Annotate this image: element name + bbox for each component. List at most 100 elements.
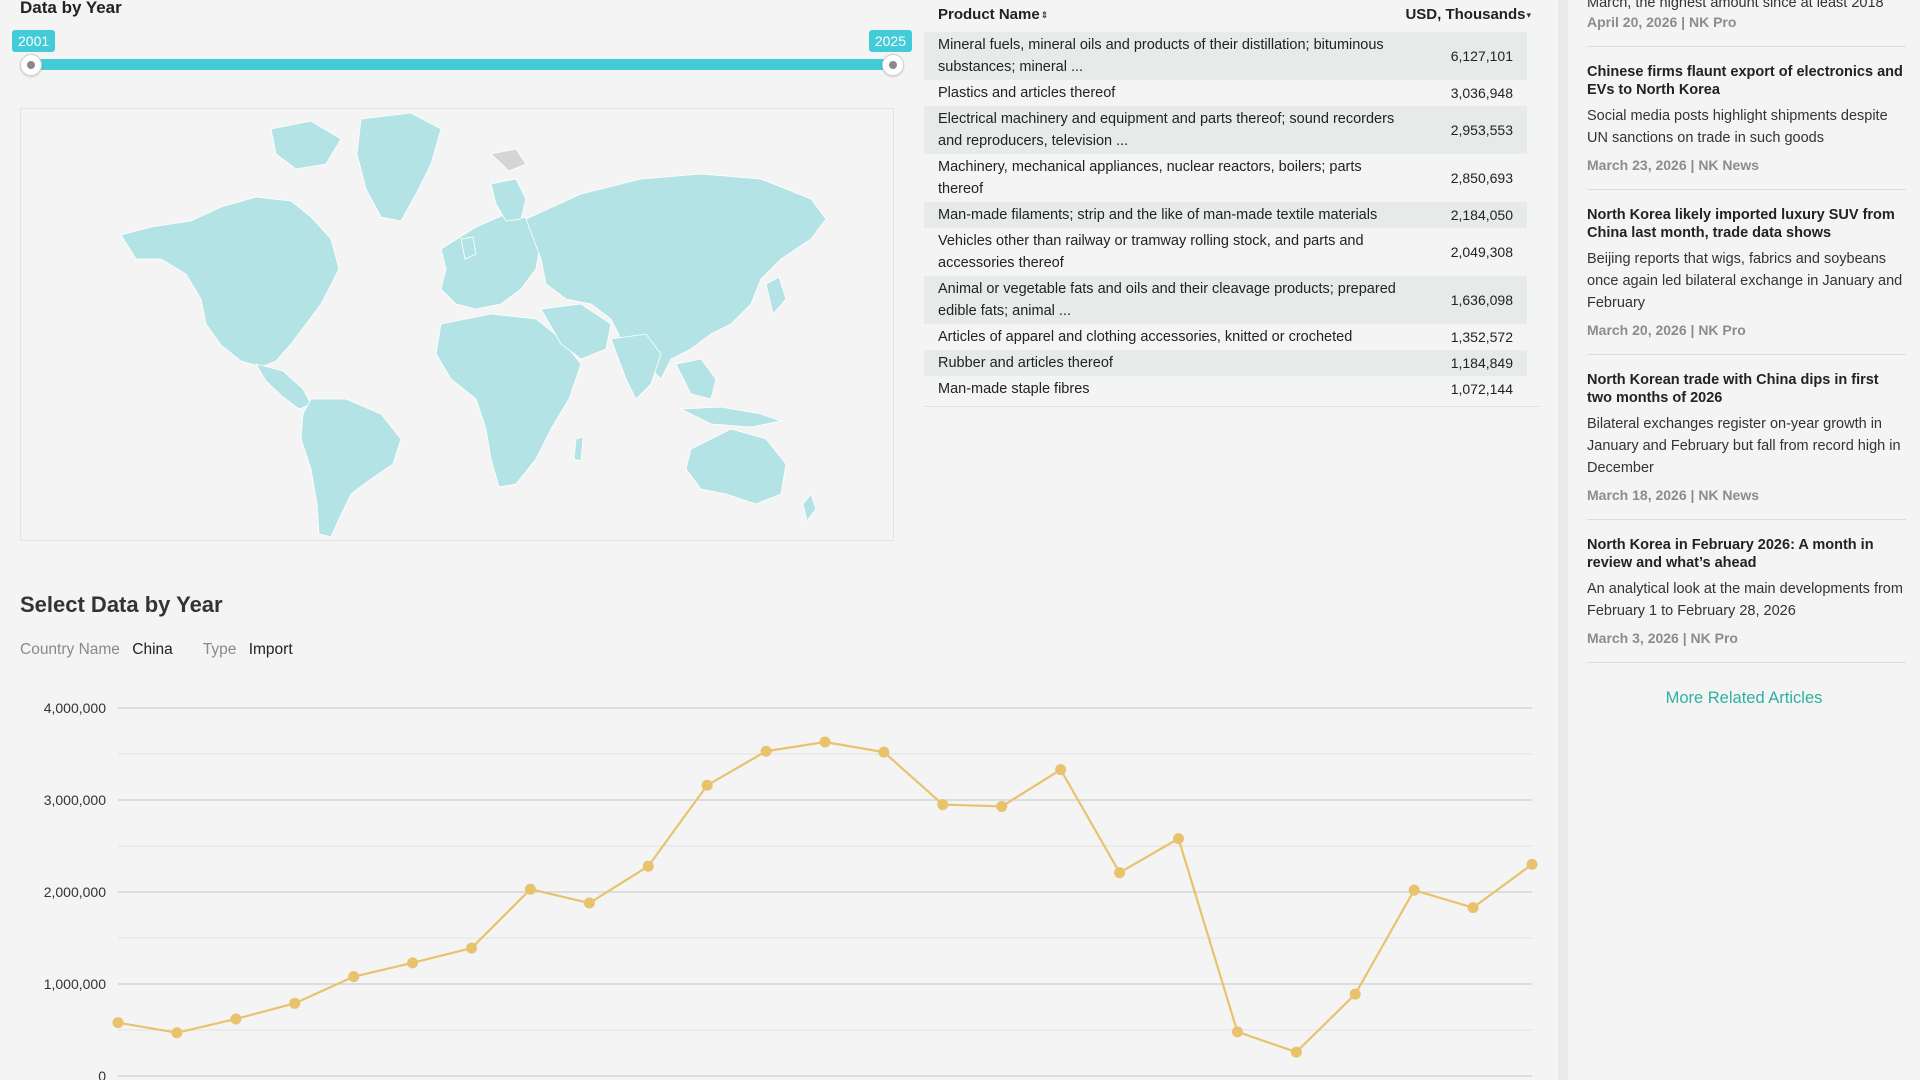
- product-name-cell: Rubber and articles thereof: [938, 355, 1113, 371]
- data-point[interactable]: [112, 1017, 124, 1029]
- main-content: Data by Year 2001 2025 Product Name⇕ USD…: [0, 0, 1558, 1080]
- table-row[interactable]: Plastics and articles thereof 3,036,948: [924, 80, 1527, 106]
- start-year-handle[interactable]: [20, 54, 42, 76]
- data-point[interactable]: [1231, 1026, 1243, 1038]
- product-value-cell: 1,352,572: [1450, 329, 1513, 345]
- article-title[interactable]: North Korean trade with China dips in fi…: [1587, 371, 1906, 407]
- y-tick-label: 1,000,000: [44, 976, 106, 992]
- table-row[interactable]: Man-made filaments; strip and the like o…: [924, 202, 1527, 228]
- map-region-svalbard: [490, 148, 527, 172]
- product-value-cell: 2,850,693: [1450, 170, 1513, 186]
- article-title[interactable]: Chinese firms flaunt export of electroni…: [1587, 63, 1906, 99]
- end-year-handle[interactable]: [882, 54, 904, 76]
- table-row[interactable]: Vehicles other than railway or tramway r…: [924, 228, 1527, 276]
- world-map[interactable]: [20, 108, 894, 541]
- map-region-indonesia: [679, 406, 783, 428]
- data-point[interactable]: [171, 1027, 183, 1039]
- product-value-cell: 2,953,553: [1450, 122, 1513, 138]
- product-name-cell: Machinery, mechanical appliances, nuclea…: [938, 159, 1362, 197]
- y-tick-label: 3,000,000: [44, 792, 106, 808]
- related-articles-sidebar: March, the highest amount since at least…: [1558, 0, 1920, 1080]
- data-point[interactable]: [878, 746, 890, 758]
- trade-line-chart: 0 1,000,000 2,000,000 3,000,000 4,000,000: [44, 700, 1538, 1080]
- country-value[interactable]: China: [132, 641, 173, 658]
- data-point[interactable]: [1173, 833, 1184, 845]
- map-region-japan: [765, 276, 787, 315]
- data-point[interactable]: [348, 971, 360, 983]
- product-value-cell: 1,072,144: [1450, 381, 1513, 397]
- type-label: Type: [202, 641, 237, 658]
- data-point[interactable]: [996, 800, 1008, 812]
- product-name-column[interactable]: Product Name⇕: [938, 6, 1048, 23]
- article-list: March, the highest amount since at least…: [1568, 0, 1920, 663]
- product-table-header: Product Name⇕ USD, Thousands▾: [924, 0, 1539, 32]
- article-title[interactable]: North Korea in February 2026: A month in…: [1587, 536, 1906, 572]
- map-region-central-america: [255, 363, 312, 410]
- product-value-cell: 1,184,849: [1450, 355, 1513, 371]
- data-point[interactable]: [937, 799, 949, 811]
- year-filter-heading: Data by Year: [20, 0, 122, 17]
- y-tick-label: 2,000,000: [44, 884, 106, 900]
- article-title[interactable]: North Korea likely imported luxury SUV f…: [1587, 206, 1906, 242]
- data-point[interactable]: [642, 860, 654, 872]
- series-line: [117, 740, 1533, 1054]
- chart-filters: Country Name China Type Import: [20, 641, 319, 659]
- sort-updown-icon[interactable]: ⇕: [1041, 10, 1049, 21]
- usd-column[interactable]: USD, Thousands▾: [1405, 6, 1531, 23]
- product-name-cell: Animal or vegetable fats and oils and th…: [938, 281, 1396, 319]
- product-value-cell: 1,636,098: [1450, 292, 1513, 308]
- article-title[interactable]: March, the highest amount since at least…: [1587, 0, 1906, 12]
- table-row[interactable]: Electrical machinery and equipment and p…: [924, 106, 1527, 154]
- data-point[interactable]: [760, 745, 772, 757]
- data-point[interactable]: [1526, 858, 1538, 870]
- data-point[interactable]: [583, 897, 595, 909]
- sort-down-icon[interactable]: ▾: [1526, 10, 1531, 21]
- article-item[interactable]: North Korea likely imported luxury SUV f…: [1587, 190, 1906, 355]
- data-point[interactable]: [230, 1013, 242, 1025]
- article-description: Beijing reports that wigs, fabrics and s…: [1587, 251, 1903, 311]
- article-item[interactable]: March, the highest amount since at least…: [1587, 0, 1906, 47]
- table-row[interactable]: Machinery, mechanical appliances, nuclea…: [924, 154, 1527, 202]
- map-region-new-zealand: [802, 493, 817, 522]
- data-point[interactable]: [289, 997, 301, 1009]
- data-point[interactable]: [1290, 1046, 1302, 1058]
- table-row[interactable]: Rubber and articles thereof 1,184,849: [924, 350, 1527, 376]
- article-item[interactable]: North Korea in February 2026: A month in…: [1587, 520, 1906, 663]
- product-name-cell: Electrical machinery and equipment and p…: [938, 111, 1395, 149]
- table-row[interactable]: Mineral fuels, mineral oils and products…: [924, 32, 1527, 80]
- product-name-cell: Plastics and articles thereof: [938, 85, 1116, 101]
- product-name-cell: Man-made staple fibres: [938, 381, 1090, 397]
- data-point[interactable]: [466, 942, 477, 954]
- article-item[interactable]: Chinese firms flaunt export of electroni…: [1587, 47, 1906, 190]
- data-point[interactable]: [701, 779, 713, 791]
- world-map-svg: [120, 112, 827, 538]
- table-row[interactable]: Articles of apparel and clothing accesso…: [924, 324, 1527, 350]
- data-point[interactable]: [819, 736, 831, 748]
- article-meta: March 3, 2026 | NK Pro: [1587, 630, 1738, 646]
- start-year-badge: 2001: [12, 30, 56, 52]
- year-range-slider[interactable]: 2001 2025: [12, 30, 912, 80]
- data-point[interactable]: [1114, 867, 1126, 879]
- data-point[interactable]: [1055, 764, 1067, 776]
- end-year-badge: 2025: [868, 30, 912, 52]
- data-point[interactable]: [407, 957, 419, 969]
- table-row[interactable]: Animal or vegetable fats and oils and th…: [924, 276, 1527, 324]
- product-table-body: Mineral fuels, mineral oils and products…: [924, 32, 1539, 402]
- data-point[interactable]: [1467, 902, 1479, 914]
- article-description: An analytical look at the main developme…: [1587, 581, 1903, 619]
- data-point[interactable]: [1349, 988, 1361, 1000]
- data-point[interactable]: [1408, 884, 1420, 896]
- table-row[interactable]: Man-made staple fibres 1,072,144: [924, 376, 1527, 402]
- product-value-cell: 3,036,948: [1450, 85, 1513, 101]
- select-data-title: Select Data by Year: [20, 592, 223, 617]
- slider-track[interactable]: [30, 59, 894, 70]
- article-description: Social media posts highlight shipments d…: [1587, 108, 1888, 146]
- data-point[interactable]: [524, 883, 536, 895]
- article-item[interactable]: North Korean trade with China dips in fi…: [1587, 355, 1906, 520]
- more-related-articles-link[interactable]: More Related Articles: [1568, 689, 1920, 708]
- map-region-greenland: [356, 112, 442, 222]
- product-name-cell: Man-made filaments; strip and the like o…: [938, 207, 1378, 223]
- type-value[interactable]: Import: [249, 641, 293, 658]
- country-label: Country Name: [20, 641, 120, 658]
- article-meta: March 20, 2026 | NK Pro: [1587, 322, 1746, 338]
